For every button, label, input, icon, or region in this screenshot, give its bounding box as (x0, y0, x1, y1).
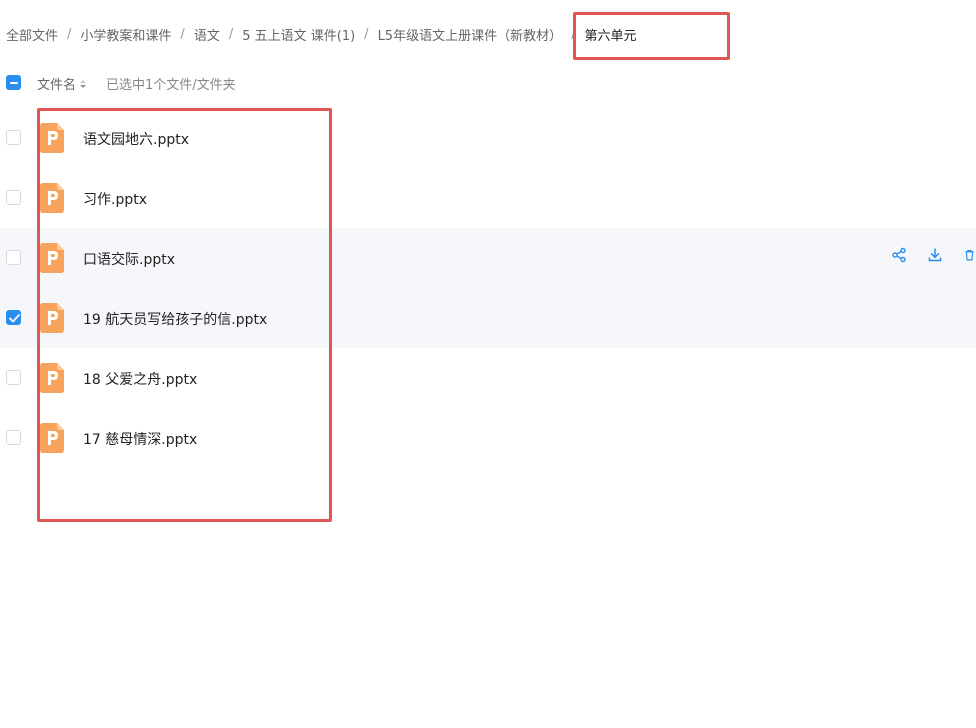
row-checkbox[interactable] (6, 130, 21, 145)
file-name[interactable]: 语文园地六.pptx (83, 129, 189, 149)
breadcrumb-separator: / (67, 26, 72, 42)
ppt-file-icon (40, 183, 64, 213)
delete-icon[interactable] (963, 247, 976, 263)
file-name[interactable]: 18 父爱之舟.pptx (83, 369, 197, 389)
breadcrumb-chinese[interactable]: 语文 (194, 25, 220, 44)
breadcrumb-grade5-volume[interactable]: L5年级语文上册课件（新教材） (378, 25, 563, 44)
list-header: 文件名 已选中1个文件/文件夹 (0, 72, 976, 94)
breadcrumb-separator: / (364, 26, 369, 42)
breadcrumb-separator: / (228, 26, 234, 42)
ppt-file-icon (40, 123, 64, 153)
sort-icon (80, 79, 87, 88)
file-row[interactable]: 17 慈母情深.pptx (0, 408, 976, 468)
ppt-file-icon (40, 423, 64, 453)
ppt-file-icon (40, 363, 64, 393)
row-actions (871, 247, 976, 263)
selection-count: 已选中1个文件/文件夹 (106, 78, 236, 93)
row-checkbox[interactable] (6, 370, 21, 385)
file-name[interactable]: 习作.pptx (83, 189, 147, 209)
select-all-checkbox[interactable] (6, 75, 21, 90)
row-checkbox-checked[interactable] (6, 310, 21, 325)
file-row[interactable]: 语文园地六.pptx (0, 108, 976, 168)
file-name[interactable]: 19 航天员写给孩子的信.pptx (83, 309, 267, 329)
checkmark-icon (9, 314, 20, 323)
file-row[interactable]: 习作.pptx (0, 168, 976, 228)
sort-by-name[interactable]: 文件名 (37, 74, 87, 93)
ppt-file-icon (40, 243, 64, 273)
file-browser: 全部文件 / 小学教案和课件 / 语文 / 5 五上语文 课件(1) / L5年… (0, 0, 976, 728)
file-row[interactable]: 口语交际.pptx (0, 228, 976, 288)
row-checkbox[interactable] (6, 430, 21, 445)
breadcrumb-grade5-courseware[interactable]: 5 五上语文 课件(1) (242, 25, 355, 44)
file-row[interactable]: 18 父爱之舟.pptx (0, 348, 976, 408)
breadcrumb-all-files[interactable]: 全部文件 (6, 25, 58, 44)
share-icon[interactable] (891, 247, 907, 263)
file-name[interactable]: 17 慈母情深.pptx (83, 429, 197, 449)
row-checkbox[interactable] (6, 250, 21, 265)
breadcrumb-separator: / (571, 26, 576, 42)
breadcrumb-separator: / (180, 26, 185, 42)
breadcrumb: 全部文件 / 小学教案和课件 / 语文 / 5 五上语文 课件(1) / L5年… (6, 24, 636, 44)
breadcrumb-primary-lessons[interactable]: 小学教案和课件 (80, 25, 171, 44)
breadcrumb-current-unit6: 第六单元 (584, 28, 637, 44)
file-list: 语文园地六.pptx 习作.pptx 口语交际.pptx 19 航天员写给孩子的… (0, 108, 976, 468)
row-checkbox[interactable] (6, 190, 21, 205)
column-name-label: 文件名 (37, 78, 77, 93)
file-name[interactable]: 口语交际.pptx (83, 249, 175, 269)
file-row[interactable]: 19 航天员写给孩子的信.pptx (0, 288, 976, 348)
download-icon[interactable] (927, 247, 943, 263)
ppt-file-icon (40, 303, 64, 333)
